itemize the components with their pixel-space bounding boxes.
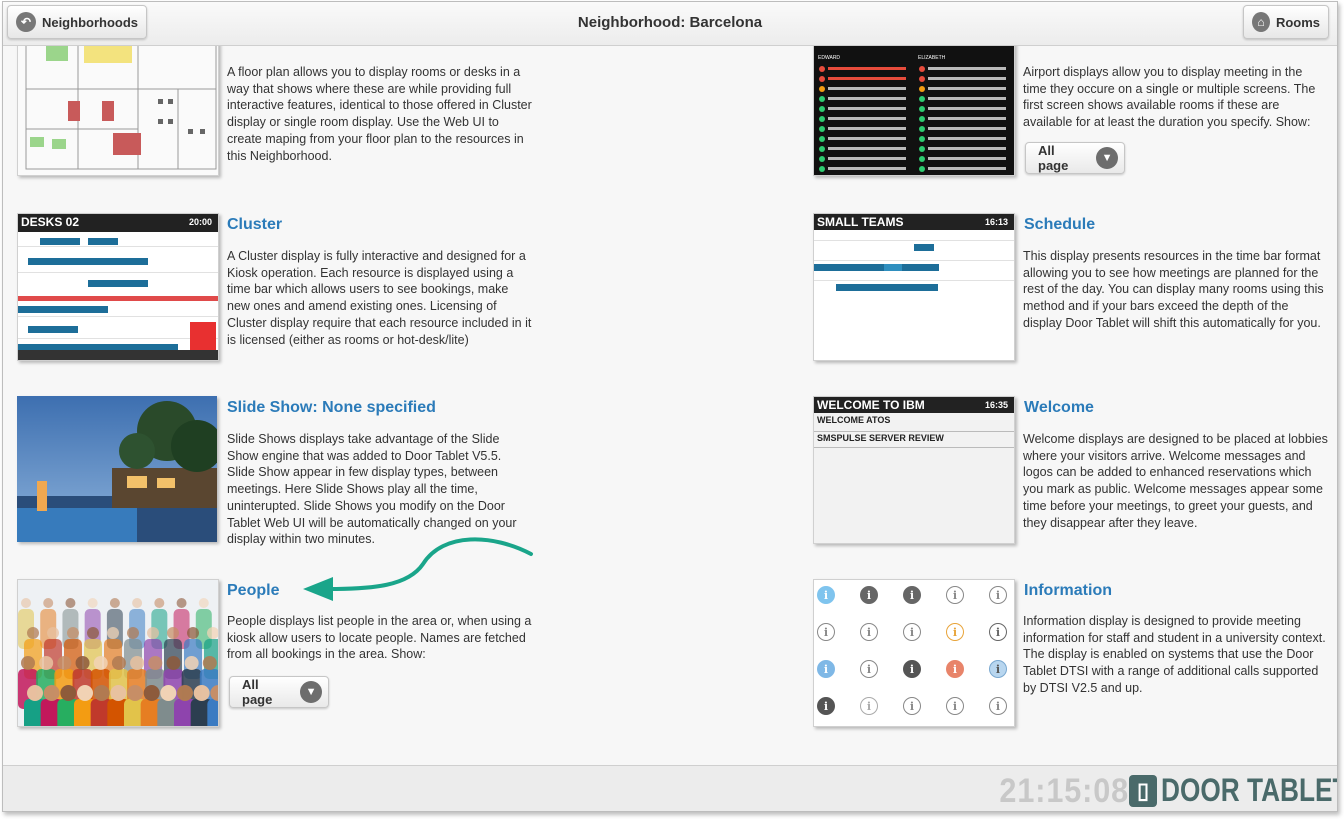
information-title[interactable]: Information	[1024, 582, 1112, 600]
info-icon: i	[989, 623, 1007, 641]
info-icon: i	[946, 697, 964, 715]
app-window: ↶ Neighborhoods Neighborhood: Barcelona …	[2, 1, 1338, 812]
slideshow-title[interactable]: Slide Show: None specified	[227, 399, 436, 417]
cluster-thumbnail[interactable]: DESKS 02 20:00	[17, 213, 219, 361]
welcome-thumbnail[interactable]: WELCOME TO IBM 16:35 WELCOME ATOS SMSPUL…	[813, 396, 1015, 544]
info-icon: i	[903, 623, 921, 641]
brand-text: DOOR TABLET	[1161, 772, 1338, 808]
info-icon: i	[946, 660, 964, 678]
schedule-thumb-body	[814, 230, 1014, 360]
svg-text:ELIZABETH: ELIZABETH	[918, 55, 946, 61]
schedule-thumbnail[interactable]: SMALL TEAMS 16:13	[813, 213, 1015, 361]
people-show-dropdown[interactable]: All page ▼	[229, 676, 329, 708]
info-icon: i	[903, 697, 921, 715]
door-tablet-logo: ▯ DOOR TABLET	[1129, 772, 1338, 809]
crowd-image	[18, 580, 218, 726]
info-icon-grid: i i i i i i i i i i i i i i i i i i i i	[814, 580, 1014, 726]
cluster-thumb-title: DESKS 02	[21, 215, 80, 229]
people-description: People displays list people in the area …	[227, 614, 532, 662]
slideshow-thumbnail[interactable]	[17, 396, 217, 542]
cluster-title[interactable]: Cluster	[227, 216, 282, 234]
info-icon: i	[860, 697, 878, 715]
cluster-thumb-body	[18, 232, 218, 360]
info-icon: i	[989, 586, 1007, 604]
info-icon: i	[817, 697, 835, 715]
chevron-down-icon: ▼	[1096, 147, 1118, 169]
welcome-description: Welcome displays are designed to be plac…	[1023, 432, 1328, 530]
info-icon: i	[989, 660, 1007, 678]
chevron-down-icon: ▼	[300, 681, 322, 703]
svg-text:EDWARD: EDWARD	[818, 55, 840, 61]
welcome-thumb-header: WELCOME TO IBM 16:35	[814, 397, 1014, 413]
footer-bar: 21:15:08 ▯ DOOR TABLET	[3, 765, 1338, 811]
information-description: Information display is designed to provi…	[1023, 614, 1326, 695]
information-thumbnail[interactable]: i i i i i i i i i i i i i i i i i i i i	[813, 579, 1015, 727]
schedule-title[interactable]: Schedule	[1024, 216, 1095, 234]
airport-thumbnail[interactable]: EDWARD ELIZABETH	[813, 46, 1015, 176]
airport-show-dropdown[interactable]: All page ▼	[1025, 142, 1125, 174]
welcome-thumb-line1: WELCOME ATOS	[817, 415, 891, 425]
info-icon: i	[903, 586, 921, 604]
info-icon: i	[860, 586, 878, 604]
footer-clock: 21:15:08	[999, 772, 1129, 810]
airport-board-image: EDWARD ELIZABETH	[814, 46, 1014, 175]
schedule-thumb-title: SMALL TEAMS	[817, 215, 904, 229]
rooms-button[interactable]: ⌂ Rooms	[1243, 5, 1329, 39]
header-bar: ↶ Neighborhoods Neighborhood: Barcelona …	[3, 2, 1337, 46]
people-title[interactable]: People	[227, 582, 279, 600]
door-icon: ▯	[1129, 774, 1157, 807]
cluster-description: A Cluster display is fully interactive a…	[227, 249, 532, 347]
info-icon: i	[989, 697, 1007, 715]
cluster-thumb-header: DESKS 02 20:00	[18, 214, 218, 232]
welcome-thumb-body: WELCOME ATOS SMSPULSE SERVER REVIEW	[814, 413, 1014, 543]
slideshow-description: Slide Shows displays take advantage of t…	[227, 432, 517, 547]
annotation-arrow	[303, 537, 533, 601]
info-icon: i	[817, 623, 835, 641]
info-icon: i	[903, 660, 921, 678]
people-dropdown-value: All page	[242, 677, 273, 707]
display-options-list: A floor plan allows you to display rooms…	[3, 46, 1337, 764]
welcome-thumb-title: WELCOME TO IBM	[817, 398, 925, 412]
info-icon: i	[946, 623, 964, 641]
rooms-button-label: Rooms	[1275, 14, 1320, 30]
floorplan-description: A floor plan allows you to display rooms…	[227, 65, 532, 163]
home-icon: ⌂	[1252, 12, 1270, 32]
schedule-thumb-time: 16:13	[984, 217, 1008, 227]
info-icon: i	[860, 660, 878, 678]
airport-description: Airport displays allow you to display me…	[1023, 65, 1316, 130]
info-icon: i	[946, 586, 964, 604]
schedule-thumb-header: SMALL TEAMS 16:13	[814, 214, 1014, 230]
info-icon: i	[860, 623, 878, 641]
floorplan-image	[18, 46, 218, 175]
airport-dropdown-value: All page	[1038, 143, 1069, 173]
welcome-thumb-line2: SMSPULSE SERVER REVIEW	[817, 433, 944, 443]
people-thumbnail[interactable]	[17, 579, 219, 727]
info-icon: i	[817, 660, 835, 678]
floorplan-thumbnail[interactable]	[17, 46, 219, 176]
welcome-title[interactable]: Welcome	[1024, 399, 1094, 417]
schedule-description: This display presents resources in the t…	[1023, 249, 1324, 330]
welcome-thumb-time: 16:35	[984, 400, 1008, 410]
cluster-thumb-time: 20:00	[188, 217, 212, 227]
page-title: Neighborhood: Barcelona	[577, 14, 763, 31]
info-icon: i	[817, 586, 835, 604]
resort-pool-image	[17, 396, 217, 542]
